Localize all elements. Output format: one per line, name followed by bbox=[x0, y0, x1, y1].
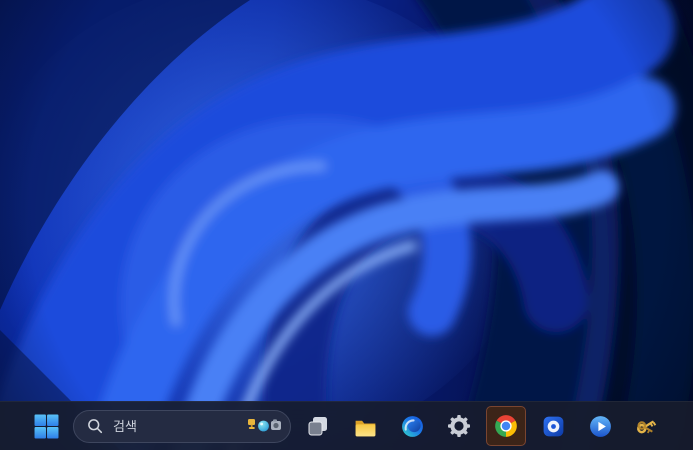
blue-app-icon bbox=[541, 414, 566, 439]
desktop-wallpaper bbox=[0, 0, 693, 450]
taskbar-center-group: 검색 bbox=[0, 402, 693, 450]
file-explorer-button[interactable] bbox=[345, 406, 385, 446]
edge-icon bbox=[400, 414, 425, 439]
search-highlights-icon bbox=[243, 414, 285, 438]
media-player-button[interactable] bbox=[580, 406, 620, 446]
gear-icon bbox=[447, 414, 471, 438]
task-view-icon bbox=[306, 414, 330, 438]
media-player-icon bbox=[588, 414, 613, 439]
folder-icon bbox=[353, 414, 378, 439]
keys-icon bbox=[634, 413, 660, 439]
bloom-wallpaper-art bbox=[0, 0, 693, 450]
search-icon bbox=[86, 417, 104, 435]
keys-button[interactable] bbox=[627, 406, 667, 446]
start-button[interactable] bbox=[26, 406, 66, 446]
task-view-button[interactable] bbox=[298, 406, 338, 446]
chrome-button[interactable] bbox=[486, 406, 526, 446]
settings-button[interactable] bbox=[439, 406, 479, 446]
windows-logo-icon bbox=[34, 414, 59, 439]
taskbar: 검색 bbox=[0, 401, 693, 450]
blue-app-button[interactable] bbox=[533, 406, 573, 446]
search-placeholder-text: 검색 bbox=[113, 418, 137, 434]
chrome-icon bbox=[493, 413, 519, 439]
search-input[interactable]: 검색 bbox=[73, 409, 291, 443]
edge-button[interactable] bbox=[392, 406, 432, 446]
